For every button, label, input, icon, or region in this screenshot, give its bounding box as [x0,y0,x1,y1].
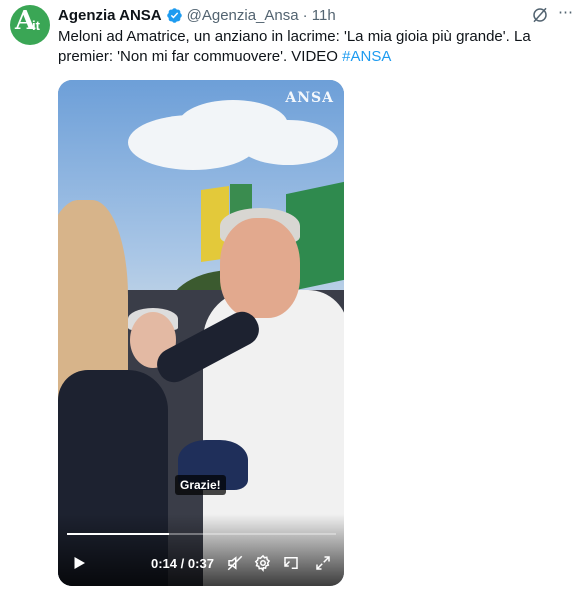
settings-icon[interactable] [254,554,272,572]
video-frame-cloud [238,120,338,165]
duration: 0:37 [187,556,214,571]
video-frame-person [220,218,300,318]
hashtag-link[interactable]: #ANSA [342,48,391,65]
fullscreen-icon[interactable] [314,554,332,572]
video-controls: 0:14 / 0:37 [58,550,344,576]
current-time: 0:14 [151,556,178,571]
time-display: 0:14 / 0:37 [151,556,214,571]
video-subtitle: Grazie! [175,475,226,495]
muted-icon[interactable] [226,554,244,572]
tweet-timestamp[interactable]: · 11h [303,7,336,24]
progress-bar[interactable] [67,533,336,535]
tweet-body: Meloni ad Amatrice, un anziano in lacrim… [58,28,531,65]
avatar-suffix: it [32,18,40,33]
pip-icon[interactable] [282,554,300,572]
tweet-header: Agenzia ANSA @Agenzia_Ansa · 11h [58,5,336,25]
video-watermark: ANSA [285,90,334,106]
time-separator: / [180,556,185,571]
play-icon[interactable] [70,554,88,572]
grok-icon[interactable] [531,6,549,24]
author-handle[interactable]: @Agenzia_Ansa [187,7,299,24]
progress-fill [67,533,169,535]
video-player[interactable]: ANSA Grazie! 0:14 / 0:37 [58,80,344,586]
verified-badge-icon [166,7,183,24]
tweet-text: Meloni ad Amatrice, un anziano in lacrim… [58,27,578,67]
more-icon[interactable]: ⋯ [558,3,574,21]
author-name[interactable]: Agenzia ANSA [58,7,162,24]
avatar[interactable]: A it [10,5,50,45]
